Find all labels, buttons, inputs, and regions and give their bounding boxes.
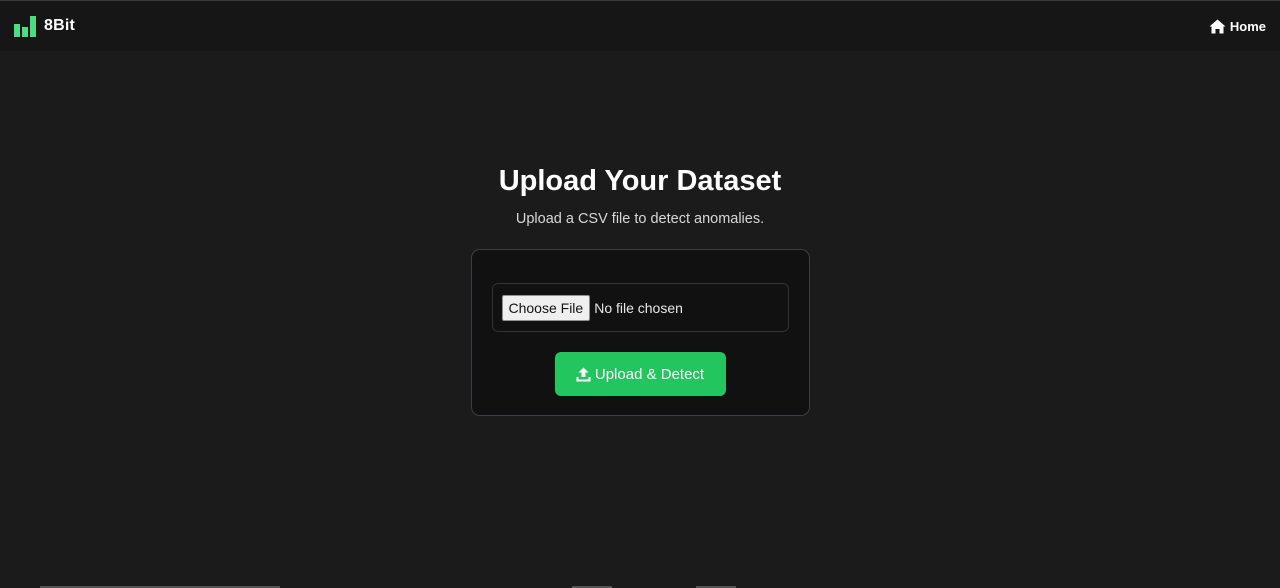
page-subtitle: Upload a CSV file to detect anomalies. [515, 211, 765, 227]
home-icon [1209, 19, 1226, 33]
navbar: 8Bit Home [0, 1, 1280, 51]
bar-chart-logo-icon [14, 16, 36, 37]
brand[interactable]: 8Bit [14, 15, 75, 37]
file-input[interactable]: Choose File No file chosen [491, 283, 789, 332]
upload-detect-label: Upload & Detect [594, 365, 705, 383]
nav-home-link[interactable]: Home [1209, 19, 1266, 34]
main-content: Upload Your Dataset Upload a CSV file to… [0, 51, 1280, 588]
brand-name: 8Bit [44, 17, 76, 34]
nav-home-label: Home [1229, 18, 1266, 34]
upload-card: Choose File No file chosen Upload & Dete… [470, 249, 810, 416]
upload-detect-button[interactable]: Upload & Detect [554, 352, 726, 396]
upload-icon [576, 367, 591, 381]
choose-file-button[interactable]: Choose File [501, 294, 591, 321]
page-title: Upload Your Dataset [498, 165, 782, 197]
file-status: No file chosen [594, 299, 683, 316]
